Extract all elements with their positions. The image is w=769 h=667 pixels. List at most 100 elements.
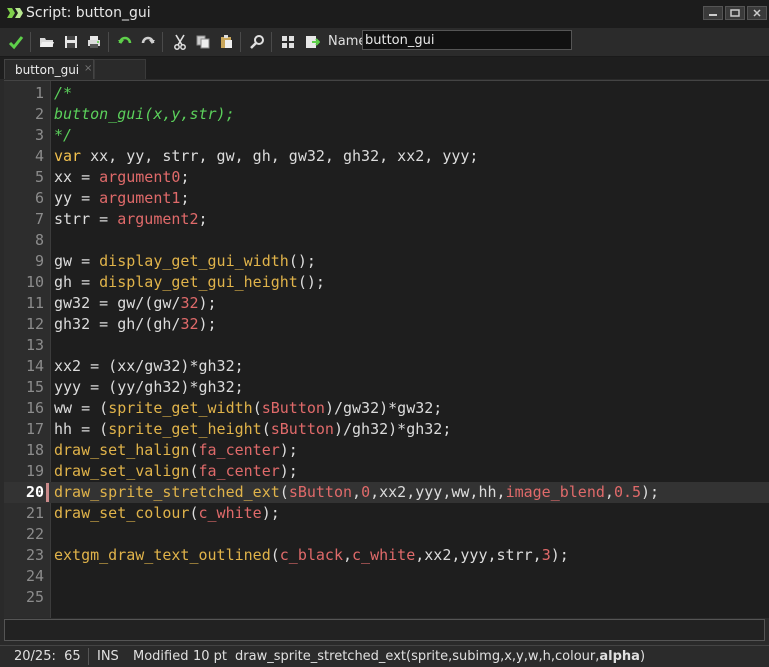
code-token: sprite_get_height bbox=[108, 420, 262, 438]
line-number: 15 bbox=[25, 378, 44, 396]
code-line[interactable]: 5 xx = argument0; bbox=[4, 167, 769, 188]
code-token: sButton bbox=[270, 420, 334, 438]
code-line[interactable]: 22 bbox=[4, 524, 769, 545]
code-editor[interactable]: 1 /* 2 button_gui(x,y,str); 3 */ 4 var xx, yy, … bbox=[4, 80, 769, 618]
undo-icon bbox=[118, 36, 132, 44]
code-line[interactable]: 14 xx2 = (xx/gw32)*gh32; bbox=[4, 356, 769, 377]
code-line[interactable]: 15 yyy = (yy/gh32)*gh32; bbox=[4, 377, 769, 398]
close-window-button[interactable] bbox=[747, 6, 767, 20]
check-button[interactable] bbox=[6, 32, 26, 52]
code-line[interactable]: 21 draw_set_colour(c_white); bbox=[4, 503, 769, 524]
cut-button[interactable] bbox=[170, 32, 190, 52]
code-token: ); bbox=[641, 483, 660, 501]
code-text: draw_set_valign(fa_center); bbox=[54, 461, 298, 482]
code-token: gh32 = gh/(gh/ bbox=[54, 315, 181, 333]
code-text: /* bbox=[54, 83, 72, 104]
code-line[interactable]: 25 bbox=[4, 587, 769, 608]
code-line[interactable]: 4 var xx, yy, strr, gw, gh, gw32, gh32, x… bbox=[4, 146, 769, 167]
code-line[interactable]: 11 gw32 = gw/(gw/32); bbox=[4, 293, 769, 314]
code-line[interactable]: 23 extgm_draw_text_outlined(c_black,c_whi… bbox=[4, 545, 769, 566]
code-token: sButton bbox=[261, 399, 325, 417]
paste-button[interactable] bbox=[216, 32, 236, 52]
code-token: c_black bbox=[279, 546, 343, 564]
goto-button[interactable] bbox=[278, 32, 298, 52]
tab-button-gui[interactable]: button_gui × bbox=[4, 59, 94, 79]
code-line[interactable]: 16 ww = (sprite_get_width(sButton)/gw32)*… bbox=[4, 398, 769, 419]
code-token: 0.5 bbox=[613, 483, 642, 501]
status-bar: 20/25: 65 INS Modified 10 pt draw_sprite… bbox=[0, 645, 769, 667]
horizontal-scrollbar[interactable] bbox=[4, 619, 765, 641]
close-icon bbox=[753, 9, 761, 17]
redo-button[interactable] bbox=[138, 32, 158, 52]
line-number: 10 bbox=[25, 273, 44, 291]
code-line[interactable]: 9 gw = display_get_gui_width(); bbox=[4, 251, 769, 272]
tab-close-icon[interactable]: × bbox=[84, 63, 92, 74]
code-text: */ bbox=[54, 125, 72, 146]
redo-icon bbox=[141, 36, 155, 44]
code-line[interactable]: 10 gh = display_get_gui_height(); bbox=[4, 272, 769, 293]
code-text: gw = display_get_gui_width(); bbox=[54, 251, 316, 272]
code-line[interactable]: 18 draw_set_halign(fa_center); bbox=[4, 440, 769, 461]
code-text: draw_sprite_stretched_ext(sButton,0,xx2,… bbox=[54, 482, 659, 503]
code-line[interactable]: 3 */ bbox=[4, 125, 769, 146]
code-token: display_get_gui_width bbox=[99, 252, 289, 270]
line-number: 5 bbox=[34, 168, 44, 186]
code-line[interactable]: 7 strr = argument2; bbox=[4, 209, 769, 230]
code-token: ); bbox=[261, 504, 280, 522]
code-line[interactable]: 20 draw_sprite_stretched_ext(sButton,0,xx… bbox=[4, 482, 769, 503]
status-separator bbox=[88, 648, 89, 665]
toolbar-separator bbox=[108, 32, 109, 52]
code-token: argument2 bbox=[117, 210, 199, 228]
code-token: hh = ( bbox=[54, 420, 109, 438]
insert-mode: INS bbox=[97, 649, 119, 664]
code-line[interactable]: 24 bbox=[4, 566, 769, 587]
line-number: 18 bbox=[25, 441, 44, 459]
code-text: ww = (sprite_get_width(sButton)/gw32)*gw… bbox=[54, 398, 442, 419]
line-number: 22 bbox=[25, 525, 44, 543]
line-number: 3 bbox=[34, 126, 44, 144]
code-token: */ bbox=[54, 126, 73, 144]
goto-icon bbox=[282, 36, 294, 48]
undo-button[interactable] bbox=[115, 32, 135, 52]
export-button[interactable] bbox=[302, 32, 322, 52]
code-token: 32 bbox=[180, 315, 199, 333]
code-line[interactable]: 13 bbox=[4, 335, 769, 356]
code-line[interactable]: 8 bbox=[4, 230, 769, 251]
tab-bar: button_gui × bbox=[0, 57, 769, 79]
code-token: gw32 = gw/(gw/ bbox=[54, 294, 181, 312]
copy-button[interactable] bbox=[193, 32, 213, 52]
code-token: sButton bbox=[288, 483, 353, 501]
code-token: 0 bbox=[361, 483, 371, 501]
code-token: ); bbox=[198, 294, 217, 312]
line-number: 25 bbox=[25, 588, 44, 606]
print-button[interactable] bbox=[84, 32, 104, 52]
minimize-button[interactable] bbox=[703, 6, 723, 20]
code-line[interactable]: 17 hh = (sprite_get_height(sButton)/gh32)… bbox=[4, 419, 769, 440]
find-button[interactable] bbox=[247, 32, 267, 52]
line-number: 16 bbox=[25, 399, 44, 417]
line-number: 13 bbox=[25, 336, 44, 354]
tab-label: button_gui bbox=[15, 63, 80, 77]
code-token: argument1 bbox=[99, 189, 181, 207]
code-token: xx2 = (xx/gw32)*gh32; bbox=[54, 357, 244, 375]
code-token: ( bbox=[189, 504, 199, 522]
code-token: strr = bbox=[54, 210, 118, 228]
code-line[interactable]: 6 yy = argument1; bbox=[4, 188, 769, 209]
code-line[interactable]: 19 draw_set_valign(fa_center); bbox=[4, 461, 769, 482]
code-token: (); bbox=[297, 273, 325, 291]
code-token: , bbox=[343, 546, 353, 564]
code-token: sprite_get_width bbox=[108, 399, 253, 417]
code-token: xx = bbox=[54, 168, 100, 186]
name-label: Name bbox=[328, 34, 367, 49]
code-token: /* bbox=[54, 84, 73, 102]
code-line[interactable]: 2 button_gui(x,y,str); bbox=[4, 104, 769, 125]
code-line[interactable]: 12 gh32 = gh/(gh/32); bbox=[4, 314, 769, 335]
code-line[interactable]: 1 /* bbox=[4, 83, 769, 104]
name-input[interactable] bbox=[362, 30, 572, 50]
maximize-button[interactable] bbox=[725, 6, 745, 20]
save-button[interactable] bbox=[61, 32, 81, 52]
code-token: ( bbox=[252, 399, 262, 417]
export-icon bbox=[306, 36, 320, 48]
code-token: c_white bbox=[352, 546, 416, 564]
open-button[interactable] bbox=[37, 32, 57, 52]
